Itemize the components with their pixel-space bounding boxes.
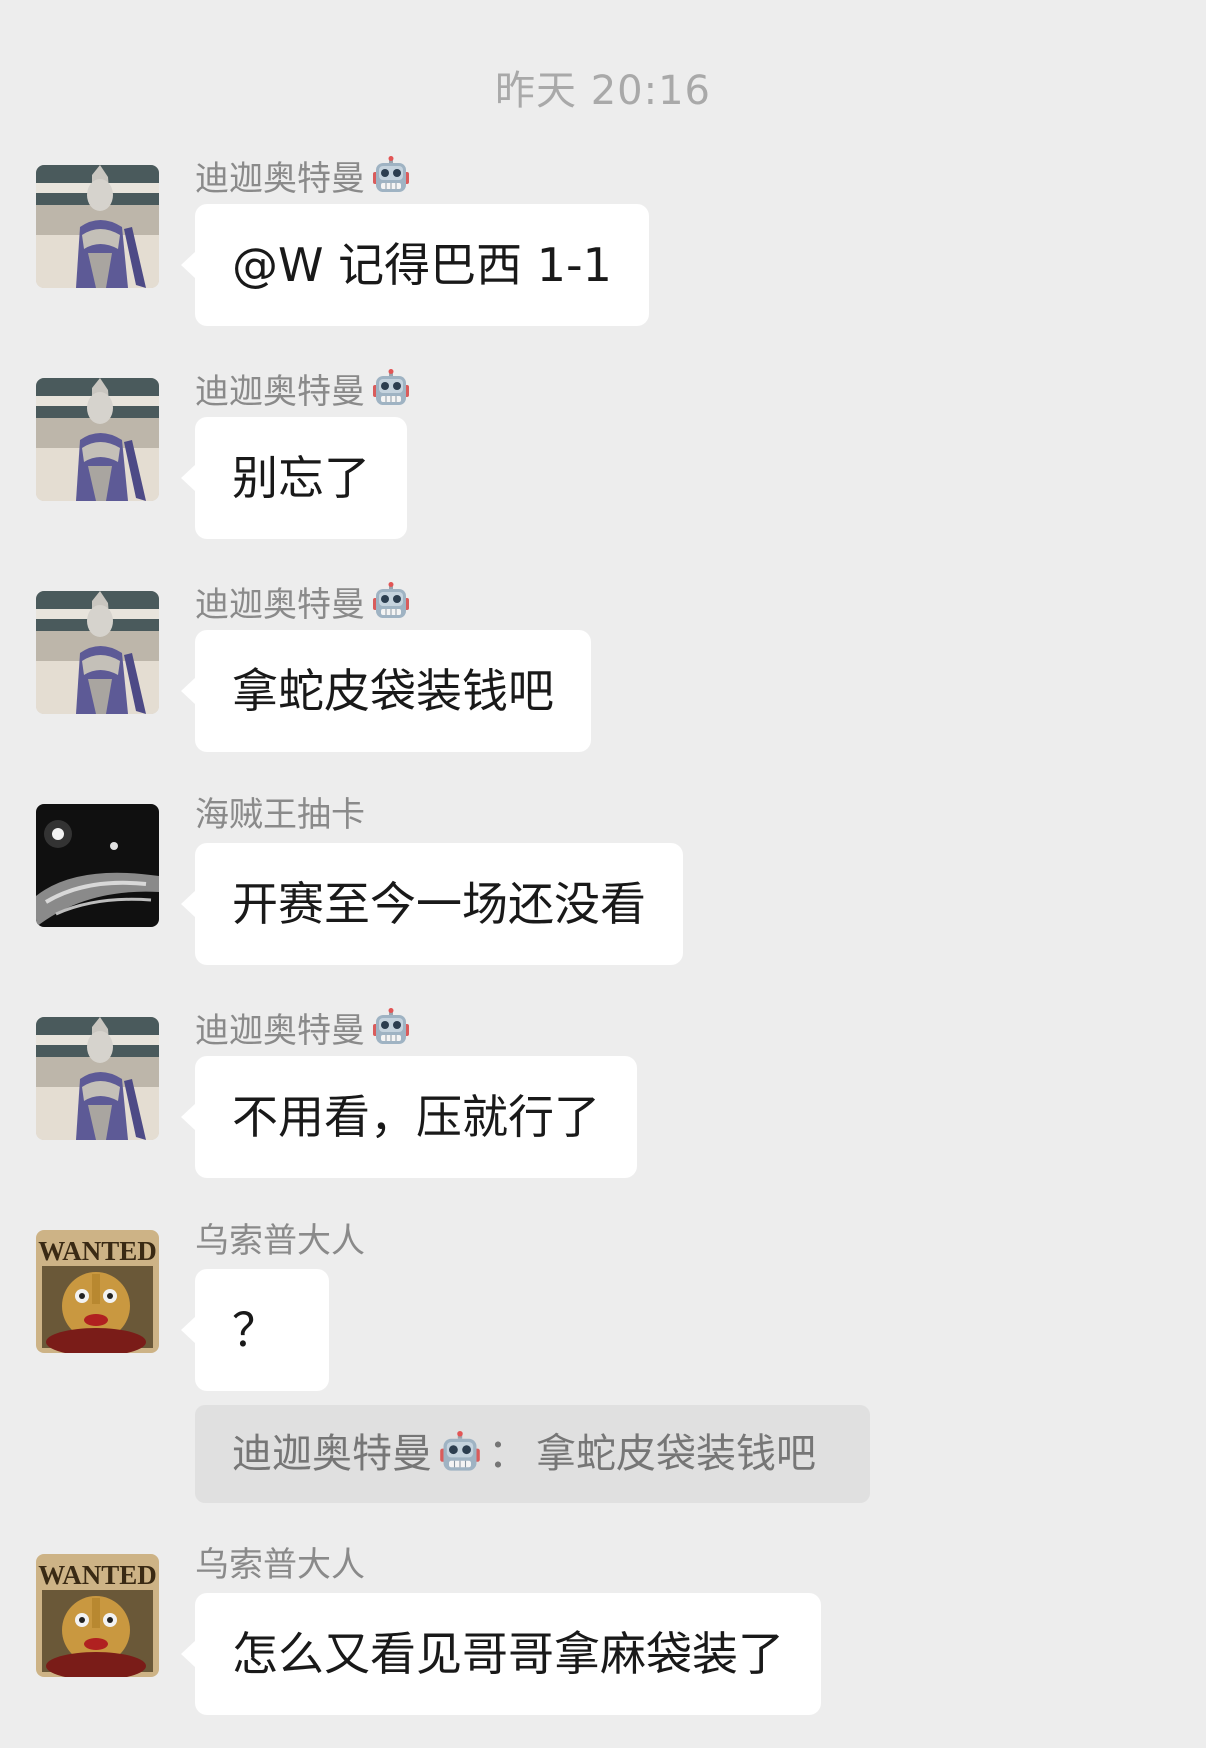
- sender-name: 迪迦奥特曼: [195, 1008, 411, 1057]
- wanted-label: WANTED: [38, 1236, 157, 1266]
- quoted-text: 拿蛇皮袋装钱吧: [536, 1431, 816, 1477]
- sender-name: 迪迦奥特曼: [195, 582, 411, 631]
- sender-name: 迪迦奥特曼: [195, 369, 411, 418]
- ultraman-avatar[interactable]: [36, 591, 159, 714]
- sender-name-text: 迪迦奥特曼: [195, 1011, 365, 1051]
- quote-separator: ：: [488, 1431, 528, 1477]
- message-bubble[interactable]: 不用看，压就行了: [181, 1056, 637, 1178]
- wanted-poster-avatar[interactable]: WANTED: [36, 1554, 159, 1677]
- ultraman-avatar[interactable]: [36, 165, 159, 288]
- message-bubble[interactable]: 拿蛇皮袋装钱吧: [181, 630, 591, 752]
- message-row: WANTED 乌索普大人 怎么又看见哥哥拿麻袋装了: [0, 1545, 1206, 1725]
- message-bubble[interactable]: 别忘了: [181, 417, 407, 539]
- message-bubble[interactable]: 怎么又看见哥哥拿麻袋装了: [181, 1593, 821, 1715]
- sender-name-text: 乌索普大人: [195, 1221, 365, 1261]
- sender-name: 乌索普大人: [195, 1221, 365, 1261]
- quoted-sender: 迪迦奥特曼: [232, 1431, 432, 1477]
- robot-icon: [438, 1413, 482, 1511]
- robot-icon: [371, 369, 411, 418]
- message-row: 迪迦奥特曼 不用看，压就行了: [0, 1008, 1206, 1188]
- message-bubble[interactable]: @W 记得巴西 1-1: [181, 204, 649, 326]
- message-row: 海贼王抽卡 开赛至今一场还没看: [0, 795, 1206, 975]
- quoted-message[interactable]: 迪迦奥特曼 ：拿蛇皮袋装钱吧: [195, 1405, 870, 1503]
- sender-name-text: 乌索普大人: [195, 1545, 365, 1585]
- wanted-poster-avatar[interactable]: WANTED: [36, 1230, 159, 1353]
- robot-icon: [371, 156, 411, 205]
- sender-name-text: 海贼王抽卡: [195, 795, 365, 835]
- sender-name-text: 迪迦奥特曼: [195, 372, 365, 412]
- sender-name-text: 迪迦奥特曼: [195, 585, 365, 625]
- message-row: 迪迦奥特曼 拿蛇皮袋装钱吧: [0, 582, 1206, 762]
- message-row: WANTED 乌索普大人 ？: [0, 1221, 1206, 1401]
- sender-name: 乌索普大人: [195, 1545, 365, 1585]
- message-bubble[interactable]: 开赛至今一场还没看: [181, 843, 683, 965]
- message-row: 迪迦奥特曼 别忘了: [0, 369, 1206, 549]
- message-bubble[interactable]: ？: [181, 1269, 329, 1391]
- wanted-label: WANTED: [38, 1560, 157, 1590]
- ultraman-avatar[interactable]: [36, 1017, 159, 1140]
- message-row: 迪迦奥特曼 @W 记得巴西 1-1: [0, 156, 1206, 336]
- sender-name: 迪迦奥特曼: [195, 156, 411, 205]
- chat-timestamp: 昨天 20:16: [495, 68, 711, 114]
- robot-icon: [371, 582, 411, 631]
- sender-name-text: 迪迦奥特曼: [195, 159, 365, 199]
- dark-photo-avatar[interactable]: [36, 804, 159, 927]
- ultraman-avatar[interactable]: [36, 378, 159, 501]
- robot-icon: [371, 1008, 411, 1057]
- sender-name: 海贼王抽卡: [195, 795, 365, 835]
